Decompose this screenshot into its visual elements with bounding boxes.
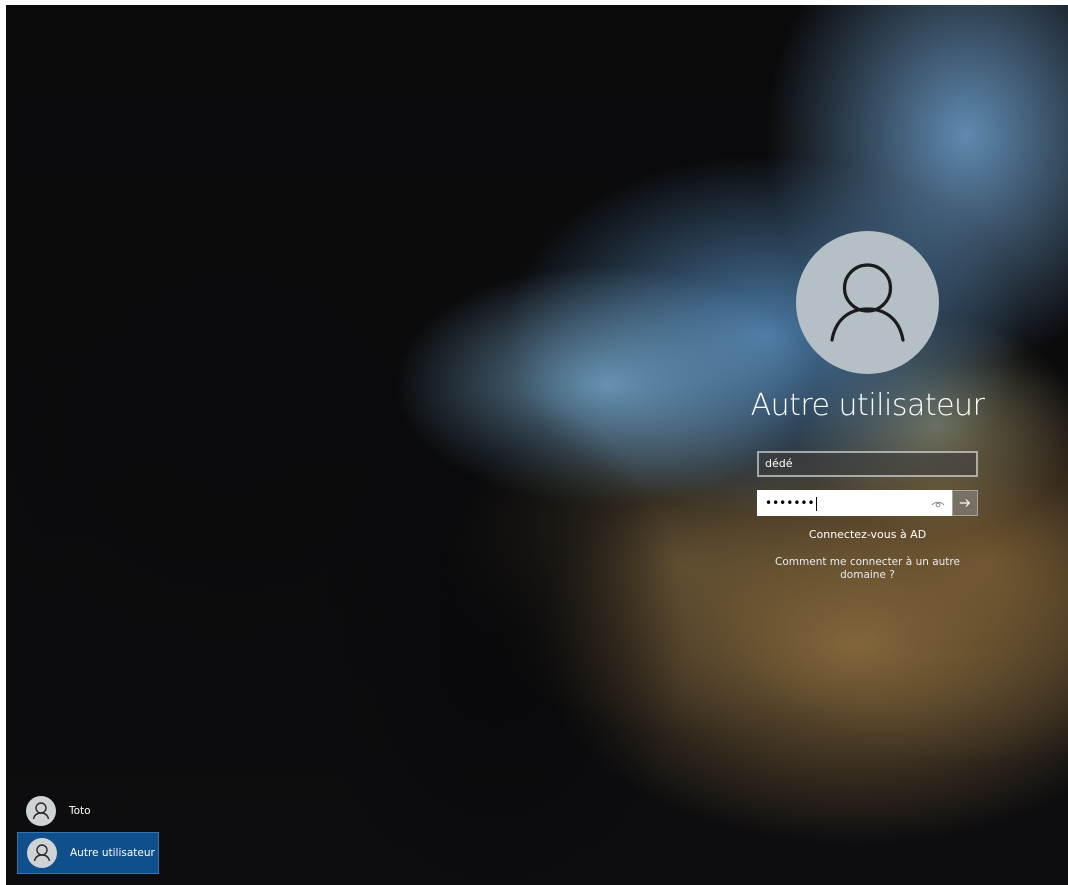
user-name-label: Toto xyxy=(69,805,91,817)
password-masked-value: ••••••• xyxy=(765,496,817,511)
password-input[interactable]: ••••••• xyxy=(757,490,952,516)
submit-button[interactable] xyxy=(952,490,978,516)
wallpaper-shadow xyxy=(306,385,686,885)
user-name-label: Autre utilisateur xyxy=(70,847,155,859)
account-display-name: Autre utilisateur xyxy=(750,388,985,423)
user-avatar-large xyxy=(796,231,939,374)
arrow-right-icon xyxy=(959,499,971,507)
user-item-toto[interactable]: Toto xyxy=(17,790,159,832)
avatar xyxy=(27,838,57,868)
user-silhouette-icon xyxy=(830,263,905,342)
avatar xyxy=(26,796,56,826)
password-row: ••••••• xyxy=(757,490,978,516)
other-domain-link[interactable]: Comment me connecter à un autre domaine … xyxy=(770,556,965,582)
text-caret xyxy=(815,496,817,511)
user-silhouette-icon xyxy=(32,802,50,820)
user-item-autre-utilisateur[interactable]: Autre utilisateur xyxy=(17,832,159,874)
user-silhouette-icon xyxy=(33,844,51,862)
lock-screen xyxy=(6,5,1068,885)
connect-ad-link[interactable]: Connectez-vous à AD xyxy=(757,528,978,541)
user-switcher: Toto Autre utilisateur xyxy=(17,790,159,874)
username-input[interactable]: dédé xyxy=(757,451,978,477)
eye-icon[interactable] xyxy=(930,496,946,512)
